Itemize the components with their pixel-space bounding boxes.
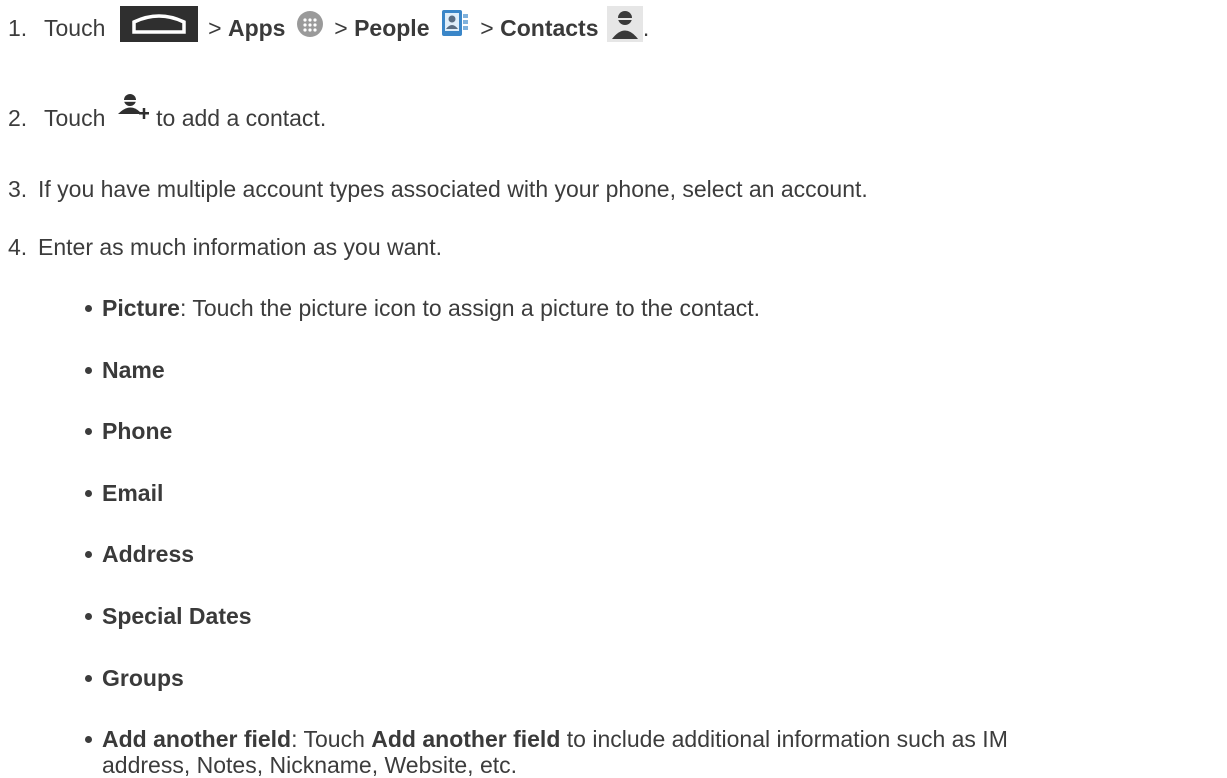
contacts-label: Contacts [500, 15, 599, 42]
field-label-inline: Add another field [371, 726, 561, 752]
field-label: Phone [102, 418, 173, 444]
field-label: Email [102, 480, 164, 506]
bullet [85, 675, 92, 682]
field-label: Add another field [102, 726, 292, 752]
field-desc: to include additional information such a… [560, 726, 1008, 752]
contacts-person-icon [606, 6, 643, 54]
field-desc-line2: address, Notes, Nickname, Website, etc. [102, 752, 518, 778]
field-label: Groups [102, 665, 184, 691]
field-label: Name [102, 357, 165, 383]
step-number: 4. [8, 234, 28, 260]
bullet [85, 551, 92, 558]
step-3: 3. If you have multiple account types ass… [8, 175, 868, 203]
step-1: 1. Touch > Apps > People > Contacts . [8, 6, 649, 46]
field-phone: Phone [102, 417, 172, 445]
step-text: If you have multiple account types assoc… [38, 176, 868, 202]
step-end: . [642, 15, 650, 42]
people-label: People [354, 15, 430, 42]
field-address: Address [102, 540, 194, 568]
step-number: 3. [8, 176, 28, 202]
separator: > [334, 15, 348, 42]
bullet [85, 490, 92, 497]
field-email: Email [102, 479, 163, 507]
bullet [85, 428, 92, 435]
separator: > [480, 15, 494, 42]
step-text-touch: Touch [43, 15, 106, 42]
field-add-another-line2: address, Notes, Nickname, Website, etc. [102, 752, 517, 778]
field-groups: Groups [102, 664, 184, 692]
add-contact-icon [117, 92, 150, 138]
field-add-another: Add another field: Touch Add another fie… [102, 725, 1008, 753]
field-special-dates: Special Dates [102, 602, 252, 630]
apps-grid-icon [296, 10, 324, 50]
step-2: 2. Touch to add a contact. [8, 92, 326, 132]
bullet [85, 736, 92, 743]
step-number: 2. [8, 105, 28, 131]
home-button-icon [119, 6, 198, 54]
field-label: Picture [102, 295, 180, 321]
step-text: Enter as much information as you want. [38, 234, 442, 260]
separator: > [208, 15, 222, 42]
step-4: 4. Enter as much information as you want. [8, 233, 442, 261]
step-number: 1. [8, 15, 28, 42]
field-desc: : Touch [291, 726, 372, 752]
apps-label: Apps [227, 15, 286, 42]
field-picture: Picture: Touch the picture icon to assig… [102, 294, 760, 322]
people-app-icon [440, 8, 470, 52]
bullet [85, 367, 92, 374]
field-label: Special Dates [102, 603, 252, 629]
field-label: Address [102, 541, 195, 567]
bullet [85, 305, 92, 312]
step-text-touch: Touch [43, 105, 106, 131]
field-desc: : Touch the picture icon to assign a pic… [179, 295, 761, 321]
field-name: Name [102, 356, 165, 384]
bullet [85, 613, 92, 620]
step-text-rest: to add a contact. [156, 105, 327, 131]
